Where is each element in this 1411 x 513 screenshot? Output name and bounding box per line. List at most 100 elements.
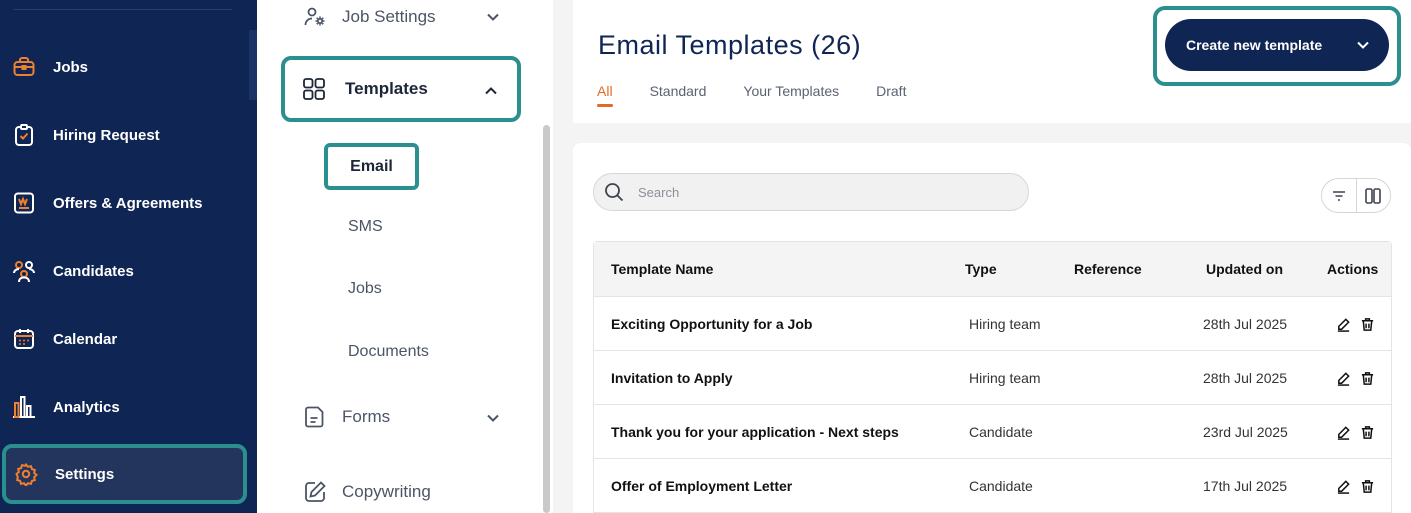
clipboard-check-icon xyxy=(11,122,37,148)
primary-sidebar: Jobs Hiring Request Offers & Agreements … xyxy=(0,0,257,513)
page-header: Email Templates (26) All Standard Your T… xyxy=(573,0,1411,123)
template-name[interactable]: Thank you for your application - Next st… xyxy=(611,424,899,440)
table-row[interactable]: Offer of Employment Letter Candidate 17t… xyxy=(594,459,1391,513)
table-row[interactable]: Invitation to Apply Hiring team 28th Jul… xyxy=(594,351,1391,405)
row-actions xyxy=(1335,478,1375,494)
row-actions xyxy=(1335,424,1375,440)
submenu-item-label: Job Settings xyxy=(342,7,436,26)
edit-icon[interactable] xyxy=(1335,424,1351,440)
submenu-subitem-label: Email xyxy=(350,157,393,175)
submenu-subitem-documents[interactable]: Documents xyxy=(348,343,429,361)
submenu-subitem-sms[interactable]: SMS xyxy=(348,218,383,236)
submenu-item-job-settings[interactable]: Job Settings xyxy=(302,4,501,30)
tab-standard[interactable]: Standard xyxy=(650,83,707,109)
sidebar-item-candidates[interactable]: Candidates xyxy=(0,243,249,299)
edit-icon xyxy=(302,479,328,505)
table-row[interactable]: Thank you for your application - Next st… xyxy=(594,405,1391,459)
trash-icon[interactable] xyxy=(1359,424,1375,440)
sidebar-item-settings[interactable]: Settings xyxy=(2,444,247,504)
template-updated: 28th Jul 2025 xyxy=(1203,315,1288,332)
search-input[interactable] xyxy=(638,184,1018,200)
table-row[interactable]: Exciting Opportunity for a Job Hiring te… xyxy=(594,297,1391,351)
columns-button[interactable] xyxy=(1357,179,1391,212)
calendar-icon xyxy=(11,326,37,352)
edit-icon[interactable] xyxy=(1335,478,1351,494)
people-icon xyxy=(11,258,37,284)
sidebar-item-hiring-request[interactable]: Hiring Request xyxy=(0,107,249,163)
submenu-subitem-jobs[interactable]: Jobs xyxy=(348,280,382,298)
column-header-type[interactable]: Type xyxy=(965,261,997,277)
trash-icon[interactable] xyxy=(1359,370,1375,386)
search-icon xyxy=(605,183,624,202)
column-header-actions: Actions xyxy=(1327,261,1379,277)
template-updated: 23rd Jul 2025 xyxy=(1203,423,1288,440)
tab-draft[interactable]: Draft xyxy=(876,83,906,109)
template-updated: 28th Jul 2025 xyxy=(1203,369,1288,386)
template-name[interactable]: Exciting Opportunity for a Job xyxy=(611,316,812,332)
sidebar-item-label: Jobs xyxy=(53,58,89,76)
trash-icon[interactable] xyxy=(1359,316,1375,332)
briefcase-icon xyxy=(11,54,37,80)
template-type: Candidate xyxy=(969,477,1033,494)
document-signature-icon xyxy=(11,190,37,216)
template-type: Candidate xyxy=(969,423,1033,440)
submenu-item-label: Templates xyxy=(345,79,428,98)
form-icon xyxy=(302,404,328,430)
table-header: Template Name Type Reference Updated on … xyxy=(594,242,1391,297)
filter-icon xyxy=(1332,190,1345,201)
sidebar-item-label: Analytics xyxy=(53,398,120,416)
sidebar-item-jobs[interactable]: Jobs xyxy=(0,39,249,95)
sidebar-item-label: Calendar xyxy=(53,330,118,348)
settings-submenu: Job Settings Templates Email SMS Jobs Do… xyxy=(257,0,553,513)
filter-button[interactable] xyxy=(1322,179,1357,212)
columns-icon xyxy=(1365,187,1382,204)
edit-icon[interactable] xyxy=(1335,316,1351,332)
chevron-down-icon xyxy=(487,414,499,422)
sidebar-divider xyxy=(14,9,232,10)
template-type: Hiring team xyxy=(969,369,1041,386)
template-updated: 17th Jul 2025 xyxy=(1203,477,1288,494)
sidebar-item-offers-agreements[interactable]: Offers & Agreements xyxy=(0,175,249,231)
templates-table: Template Name Type Reference Updated on … xyxy=(593,241,1392,513)
sidebar-item-label: Settings xyxy=(55,465,115,483)
column-header-updated-on[interactable]: Updated on xyxy=(1206,261,1283,277)
column-header-template-name[interactable]: Template Name xyxy=(611,261,713,277)
sidebar-item-label: Hiring Request xyxy=(53,126,160,144)
template-name[interactable]: Offer of Employment Letter xyxy=(611,478,792,494)
submenu-item-label: Forms xyxy=(342,407,391,426)
submenu-scrollbar[interactable] xyxy=(543,125,550,513)
column-header-reference[interactable]: Reference xyxy=(1074,261,1142,277)
edit-icon[interactable] xyxy=(1335,370,1351,386)
page-title: Email Templates (26) xyxy=(598,30,862,60)
create-button-highlight: Create new template xyxy=(1153,6,1401,86)
sidebar-item-calendar[interactable]: Calendar xyxy=(0,311,249,367)
create-new-template-button[interactable]: Create new template xyxy=(1165,19,1389,71)
chevron-down-icon xyxy=(487,13,499,21)
template-type: Hiring team xyxy=(969,315,1041,332)
submenu-item-templates[interactable]: Templates xyxy=(281,56,521,122)
sidebar-item-analytics[interactable]: Analytics xyxy=(0,379,249,435)
sidebar-item-label: Offers & Agreements xyxy=(53,194,203,212)
template-name[interactable]: Invitation to Apply xyxy=(611,370,733,386)
create-button-label: Create new template xyxy=(1186,37,1323,53)
chevron-down-icon[interactable] xyxy=(1355,37,1371,53)
bar-chart-icon xyxy=(11,394,37,420)
submenu-item-forms[interactable]: Forms xyxy=(302,404,501,430)
gear-icon xyxy=(13,461,39,487)
sidebar-scrollbar[interactable] xyxy=(249,30,257,100)
submenu-item-label: Copywriting xyxy=(342,482,431,501)
submenu-subitem-email[interactable]: Email xyxy=(324,143,419,190)
tab-all[interactable]: All xyxy=(597,83,613,109)
search-box[interactable] xyxy=(593,173,1029,211)
trash-icon[interactable] xyxy=(1359,478,1375,494)
grid-icon xyxy=(301,76,327,102)
tab-your-templates[interactable]: Your Templates xyxy=(743,83,839,109)
sidebar-item-label: Candidates xyxy=(53,262,134,280)
view-toggle xyxy=(1321,178,1391,213)
chevron-up-icon xyxy=(485,87,497,95)
row-actions xyxy=(1335,316,1375,332)
template-tabs: All Standard Your Templates Draft xyxy=(597,83,943,109)
user-settings-icon xyxy=(302,4,328,30)
row-actions xyxy=(1335,370,1375,386)
submenu-item-copywriting[interactable]: Copywriting xyxy=(302,479,501,505)
